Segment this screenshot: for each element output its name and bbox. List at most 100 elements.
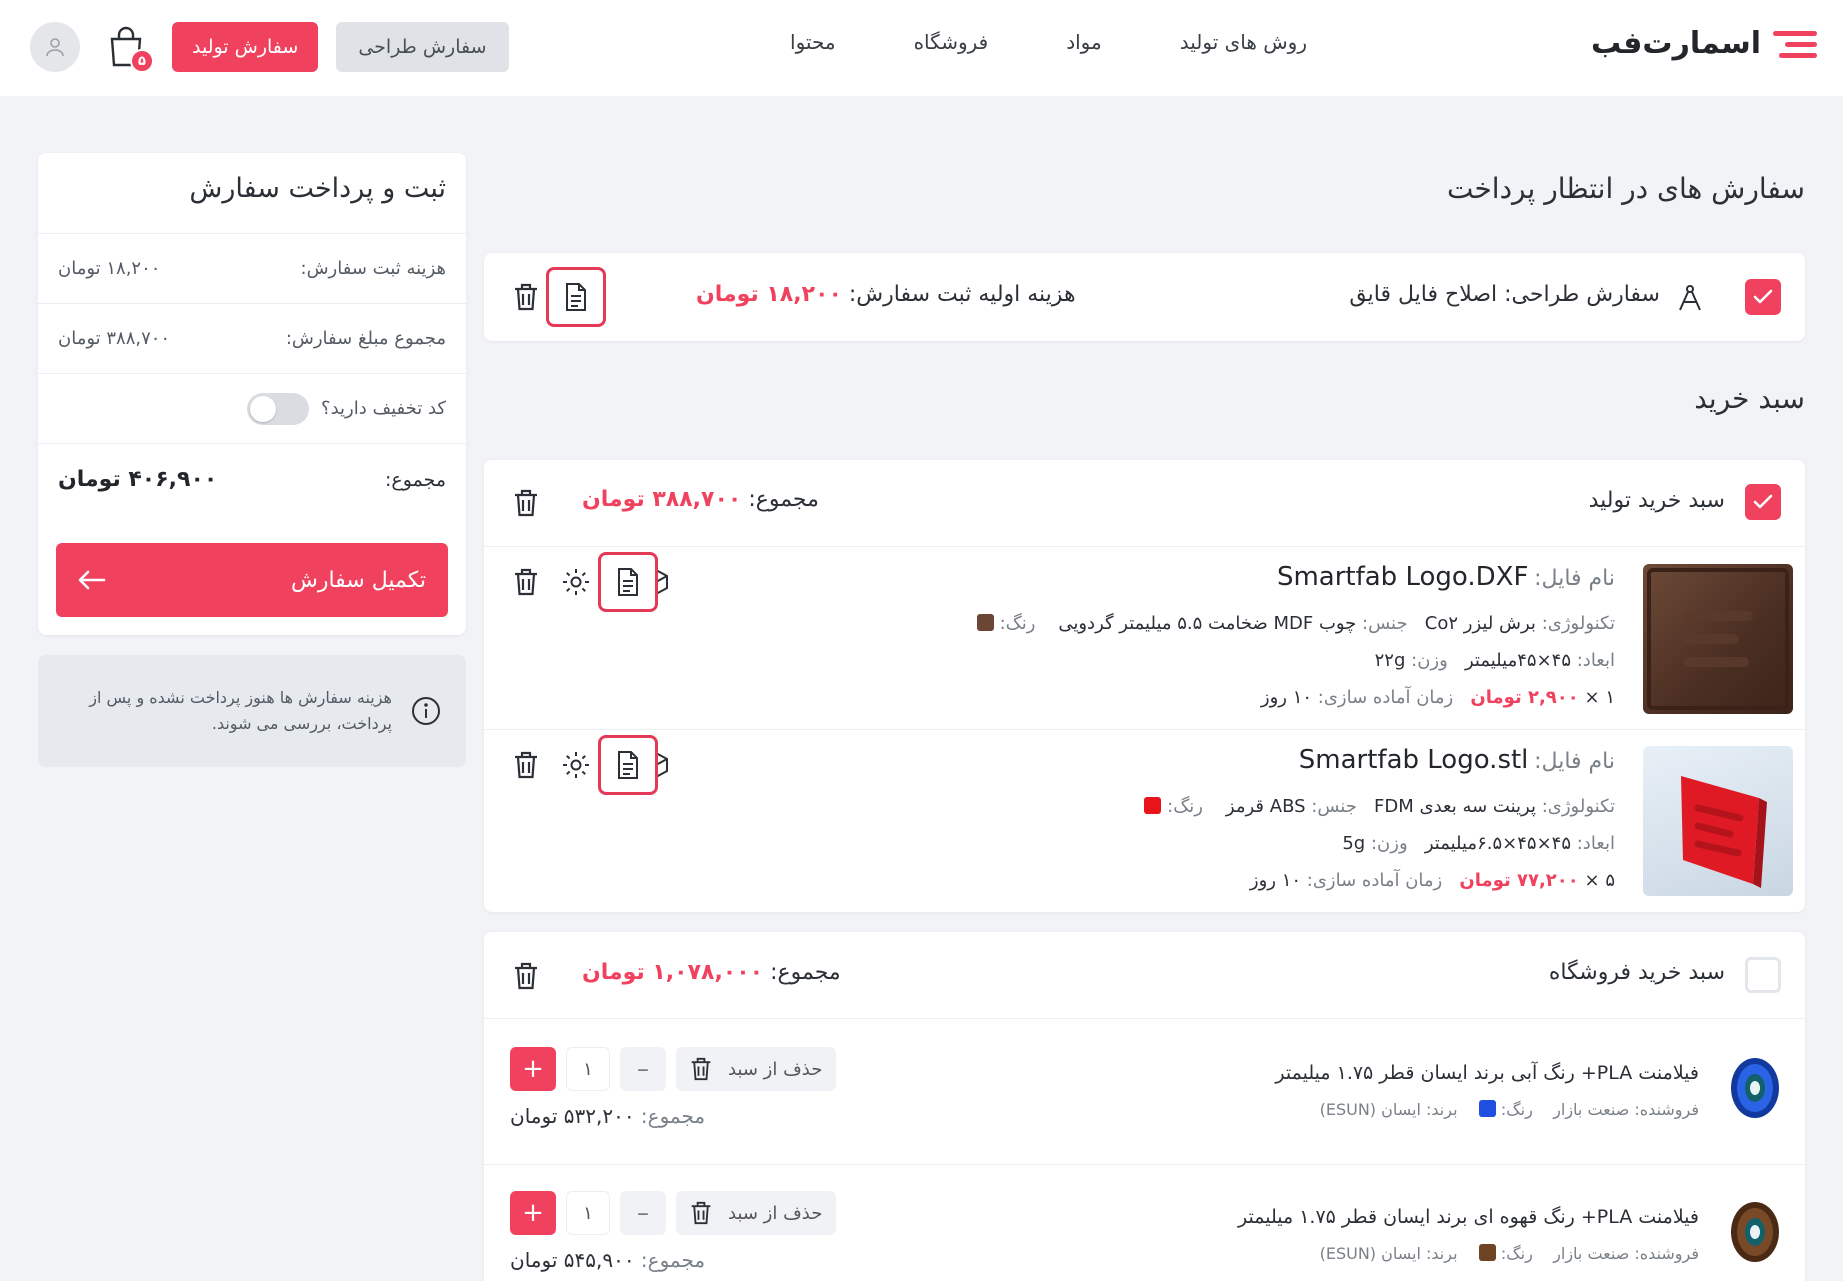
complete-order-button[interactable]: تکمیل سفارش: [56, 543, 448, 617]
pending-order-name: اصلاح فایل قایق: [1349, 282, 1498, 307]
production-total-line: مجموع: ۳۸۸,۷۰۰ تومان: [582, 487, 819, 512]
pending-invoice-button[interactable]: [546, 267, 606, 327]
shop-item2-brand: ایسان (ESUN): [1319, 1244, 1421, 1263]
item1-delete-button[interactable]: [510, 566, 542, 598]
user-avatar-button[interactable]: [30, 22, 80, 72]
shop-item2-meta: فروشنده: صنعت بازار رنگ: برند: ایسان (ES…: [1320, 1244, 1699, 1263]
user-icon: [46, 38, 64, 57]
item-thumbnail-stl[interactable]: [1643, 746, 1793, 896]
nav-materials[interactable]: مواد: [1066, 30, 1102, 54]
item1-price: ۲,۹۰۰ تومان: [1470, 687, 1579, 708]
grand-total-value: ۴۰۶,۹۰۰ تومان: [58, 467, 218, 492]
shop-item1-remove-button[interactable]: حذف از سبد: [676, 1047, 837, 1091]
pending-order-title-line: سفارش طراحی: اصلاح فایل قایق: [1349, 282, 1660, 307]
item2-dims: ۴۵×۴۵×۶.۵میلیمتر: [1424, 833, 1571, 854]
order-total-label: مجموع مبلغ سفارش:: [285, 328, 446, 349]
item2-settings-button[interactable]: [560, 749, 592, 781]
item2-spec-line: تکنولوژی: پرینت سه بعدی FDM جنس: ABS قرم…: [1138, 796, 1615, 817]
item2-file-label: نام فایل:: [1534, 749, 1615, 774]
complete-order-label: تکمیل سفارش: [290, 567, 426, 593]
shop-item2-remove-button[interactable]: حذف از سبد: [676, 1191, 837, 1235]
shop-item1-total-label: مجموع:: [640, 1104, 706, 1128]
production-total-label: مجموع:: [748, 487, 819, 512]
pending-fee-value: ۱۸,۲۰۰ تومان: [696, 282, 842, 307]
document-icon: [618, 568, 638, 596]
design-compass-icon: [1679, 285, 1701, 311]
item1-prep: ۱۰ روز: [1260, 687, 1313, 708]
grand-total-row: مجموع: ۴۰۶,۹۰۰ تومان: [38, 443, 466, 515]
shop-item1-name: فیلامنت PLA+ رنگ آبی برند ایسان قطر ۱.۷۵…: [1275, 1062, 1699, 1084]
item2-delete-button[interactable]: [510, 749, 542, 781]
pending-order-checkbox[interactable]: [1745, 279, 1781, 315]
production-cart-title: سبد خرید تولید: [1588, 488, 1725, 513]
pending-fee-line: هزینه اولیه ثبت سفارش: ۱۸,۲۰۰ تومان: [696, 282, 1076, 307]
shop-item2-minus-button[interactable]: –: [620, 1191, 666, 1235]
shop-item2-color-swatch: [1478, 1244, 1496, 1261]
cart-title: سبد خرید: [1694, 382, 1805, 415]
reg-fee-label: هزینه ثبت سفارش:: [300, 258, 446, 279]
item1-material: چوب MDF ضخامت ۵.۵ میلیمتر گردویی: [1058, 613, 1357, 634]
reg-fee-row: هزینه ثبت سفارش: ۱۸,۲۰۰ تومان: [38, 233, 466, 303]
item1-spec-line: تکنولوژی: برش لیزر Co۲ جنس: چوب MDF ضخام…: [971, 613, 1615, 634]
item1-settings-button[interactable]: [560, 566, 592, 598]
production-cart-checkbox[interactable]: [1745, 484, 1781, 520]
cart-count-badge: ۵: [130, 49, 154, 73]
design-order-button[interactable]: سفارش طراحی: [336, 22, 509, 72]
item-thumbnail-mdf[interactable]: [1643, 564, 1793, 714]
shop-item2-seller: صنعت بازار: [1553, 1244, 1630, 1263]
main-nav: روش های تولید مواد فروشگاه محتوا: [790, 30, 1307, 54]
shop-cart-checkbox[interactable]: [1745, 957, 1781, 993]
shop-cart-card: سبد خرید فروشگاه مجموع: ۱,۰۷۸,۰۰۰ تومان …: [484, 932, 1805, 1281]
header-actions: ۵ سفارش تولید سفارش طراحی: [30, 22, 509, 73]
item1-weight: ۲۲g: [1374, 650, 1406, 671]
shop-item1-remove-label: حذف از سبد: [728, 1058, 823, 1080]
item2-prep: ۱۰ روز: [1249, 870, 1302, 891]
reg-fee-value: ۱۸,۲۰۰ تومان: [58, 258, 161, 279]
shop-item2-plus-button[interactable]: +: [510, 1191, 556, 1235]
item1-invoice-button[interactable]: [598, 552, 658, 612]
pending-orders-title: سفارش های در انتظار پرداخت: [1447, 172, 1805, 205]
trash-icon: [515, 283, 537, 311]
production-cart-delete-button[interactable]: [510, 487, 542, 519]
check-icon: [1753, 289, 1773, 304]
item2-weight: 5g: [1342, 833, 1366, 854]
filament-spool-brown-icon[interactable]: [1729, 1200, 1781, 1264]
shop-item2-total-value: ۵۴۵,۹۰۰ تومان: [510, 1248, 635, 1272]
divider: [484, 546, 1805, 547]
item1-file-label: نام فایل:: [1534, 566, 1615, 591]
shop-item1-minus-button[interactable]: –: [620, 1047, 666, 1091]
shop-item2-total-label: مجموع:: [640, 1248, 706, 1272]
pending-delete-button[interactable]: [510, 281, 542, 313]
item1-tech-label: تکنولوژی:: [1541, 613, 1615, 634]
divider: [484, 729, 1805, 730]
discount-toggle[interactable]: [247, 392, 310, 425]
shop-item2-color-label: رنگ:: [1500, 1244, 1533, 1263]
logo[interactable]: اسمارت‌فب: [1591, 26, 1817, 61]
production-total-value: ۳۸۸,۷۰۰ تومان: [582, 487, 742, 512]
nav-production-methods[interactable]: روش های تولید: [1180, 30, 1307, 54]
check-icon: [1753, 494, 1773, 509]
item2-weight-label: وزن:: [1370, 833, 1408, 854]
item1-dims-line: ابعاد: ۴۵×۴۵میلیمتر وزن: ۲۲g: [1375, 650, 1615, 671]
trash-icon: [515, 489, 537, 517]
shop-item2-qty[interactable]: ۱: [566, 1191, 610, 1235]
production-order-button[interactable]: سفارش تولید: [172, 22, 319, 72]
item2-material: ABS قرمز: [1225, 796, 1306, 817]
nav-content[interactable]: محتوا: [790, 30, 836, 54]
filament-spool-blue-icon[interactable]: [1729, 1056, 1781, 1120]
shop-cart-delete-button[interactable]: [510, 960, 542, 992]
shop-item1-plus-button[interactable]: +: [510, 1047, 556, 1091]
gear-icon: [563, 752, 589, 778]
item2-price: ۷۷,۲۰۰ تومان: [1459, 870, 1579, 891]
item1-file-name: Smartfab Logo.DXF: [1276, 562, 1529, 592]
nav-shop[interactable]: فروشگاه: [914, 30, 989, 54]
item2-invoice-button[interactable]: [598, 735, 658, 795]
arrow-left-icon: [78, 570, 106, 590]
shop-item1-qty[interactable]: ۱: [566, 1047, 610, 1091]
item1-tech: برش لیزر Co۲: [1424, 613, 1536, 634]
cart-button[interactable]: ۵: [106, 25, 154, 73]
divider: [484, 1018, 1805, 1019]
logo-text: اسمارت‌فب: [1591, 26, 1761, 61]
payment-info-box: هزینه سفارش ها هنوز پرداخت نشده و پس از …: [38, 655, 466, 767]
pending-order-card: سفارش طراحی: اصلاح فایل قایق هزینه اولیه…: [484, 253, 1805, 341]
